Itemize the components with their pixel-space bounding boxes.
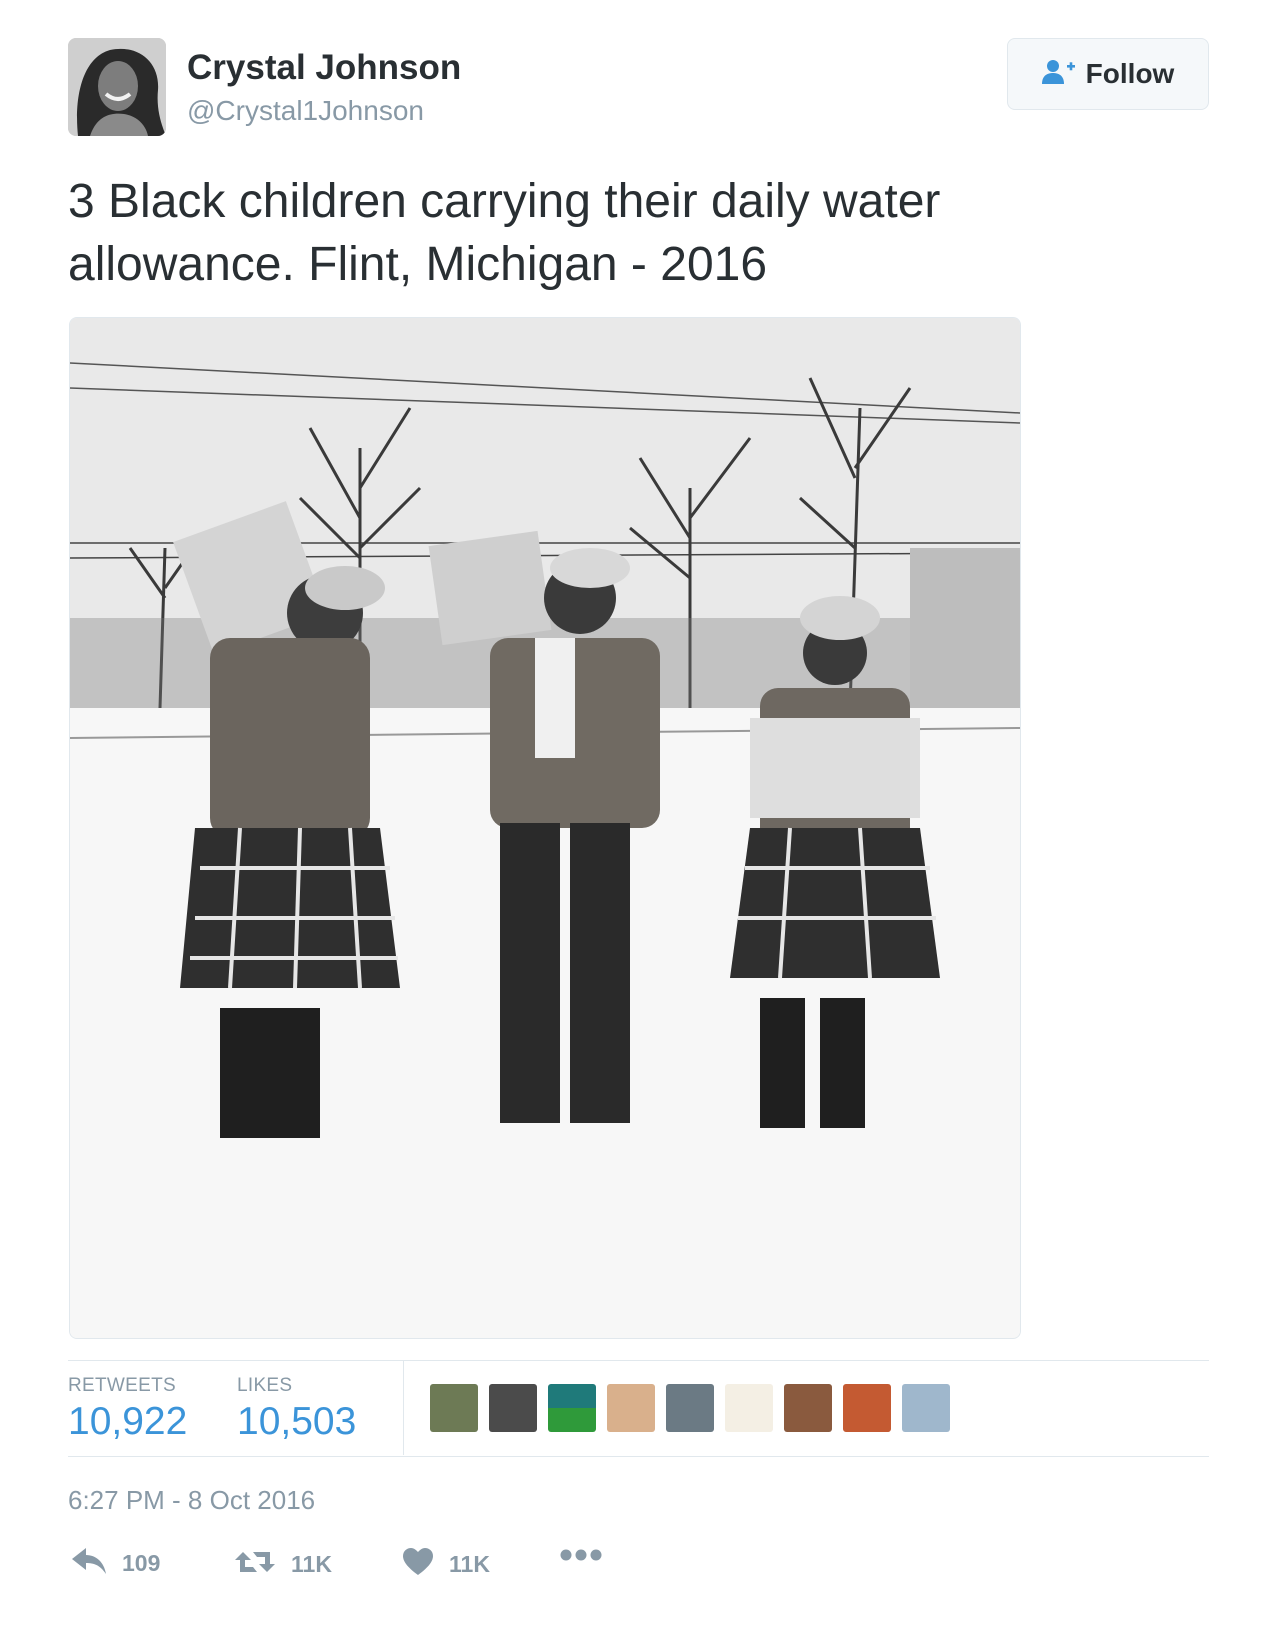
retweet-button[interactable]: 11K <box>235 1548 332 1581</box>
likes-count[interactable]: 10,503 <box>237 1400 356 1444</box>
liker-avatar[interactable] <box>784 1384 832 1432</box>
liker-avatar[interactable] <box>666 1384 714 1432</box>
heart-icon <box>403 1548 433 1581</box>
avatar[interactable] <box>68 38 166 136</box>
liker-avatar[interactable] <box>607 1384 655 1432</box>
retweets-count[interactable]: 10,922 <box>68 1400 187 1444</box>
reply-button[interactable]: 109 <box>72 1548 160 1579</box>
tweet-text: 3 Black children carrying their daily wa… <box>68 175 941 291</box>
follow-label: Follow <box>1085 58 1175 89</box>
tweet-timestamp[interactable]: 6:27 PM - 8 Oct 2016 <box>68 1485 315 1516</box>
stats-bottom-divider <box>68 1456 1209 1457</box>
liker-avatar[interactable] <box>843 1384 891 1432</box>
more-button[interactable] <box>560 1548 602 1567</box>
liker-avatar[interactable] <box>548 1384 596 1432</box>
user-handle[interactable]: @Crystal1Johnson <box>187 95 424 127</box>
stats-separator <box>403 1361 404 1455</box>
display-name[interactable]: Crystal Johnson <box>187 48 461 88</box>
retweets-label[interactable]: RETWEETS <box>68 1375 176 1397</box>
like-button[interactable]: 11K <box>403 1548 490 1581</box>
tweet-photo[interactable] <box>69 317 1021 1339</box>
more-icon <box>560 1548 602 1567</box>
reply-count: 109 <box>122 1550 161 1576</box>
reply-icon <box>72 1548 106 1579</box>
liker-avatar[interactable] <box>430 1384 478 1432</box>
retweet-count: 11K <box>291 1551 332 1577</box>
liker-avatar[interactable] <box>489 1384 537 1432</box>
stats-top-divider <box>68 1360 1209 1361</box>
follow-button[interactable]: Follow <box>1007 38 1209 110</box>
like-count: 11K <box>449 1551 490 1577</box>
retweet-icon <box>235 1548 275 1581</box>
tweet-card: Crystal Johnson @Crystal1Johnson Follow … <box>0 0 1280 1652</box>
likes-label[interactable]: LIKES <box>237 1375 292 1397</box>
add-user-icon <box>1041 59 1076 90</box>
liker-avatar[interactable] <box>725 1384 773 1432</box>
liker-avatar[interactable] <box>902 1384 950 1432</box>
